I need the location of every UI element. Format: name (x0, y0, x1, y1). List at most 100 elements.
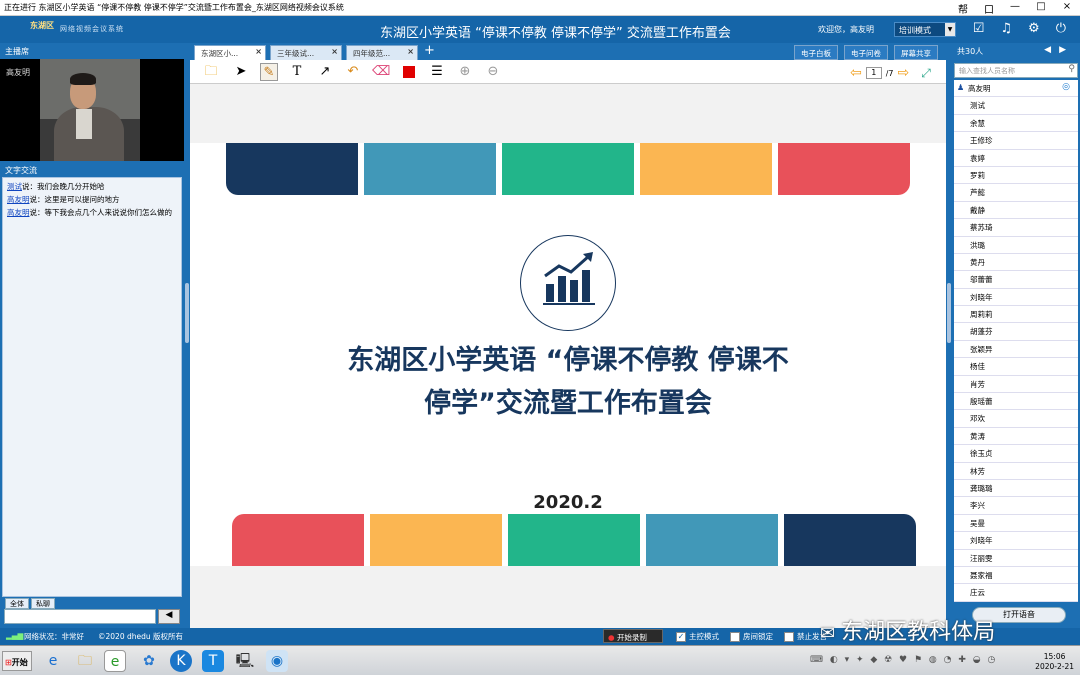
close-button[interactable]: × (1060, 1, 1074, 16)
screen-share-tab[interactable]: 屏幕共享 (894, 45, 938, 60)
participant-row[interactable]: 余慧 (954, 115, 1078, 133)
participant-row[interactable]: 张颖异 (954, 341, 1078, 359)
participant-row[interactable]: 吴曼 (954, 515, 1078, 533)
window-titlebar: 正在进行 东湖区小学英语 “停课不停教 停课不停学”交流暨工作布置会_东湖区网络… (0, 0, 1080, 16)
arrow-icon[interactable]: ↗ (316, 63, 334, 81)
participant-row[interactable]: 龚璐璐 (954, 480, 1078, 498)
text-icon[interactable]: T (288, 63, 306, 81)
participant-row[interactable]: 刘晓年 (954, 532, 1078, 550)
check-icon[interactable]: ☑ (973, 21, 985, 36)
questionnaire-tab[interactable]: 电子问卷 (844, 45, 888, 60)
participant-name: 刘晓年 (970, 292, 993, 302)
explorer-icon[interactable]: 🗀 (74, 650, 96, 672)
participant-row[interactable]: 蔡苏琦 (954, 219, 1078, 237)
window-controls: 帮 口 — □ × (956, 1, 1074, 16)
participant-row[interactable]: 邬蕾蕾 (954, 271, 1078, 289)
music-icon[interactable]: ♫ (1000, 21, 1012, 36)
clock[interactable]: 15:06 2020-2-21 (1035, 652, 1074, 672)
meeting-app-icon[interactable]: ◉ (266, 650, 288, 672)
main-control-toggle[interactable]: ✓ 主控模式 (676, 631, 719, 642)
maximize-button[interactable]: □ (1034, 1, 1048, 16)
chat-input[interactable] (4, 609, 156, 624)
chat-user-link[interactable]: 高友明 (7, 208, 30, 217)
participant-row[interactable]: 刘晓年 (954, 289, 1078, 307)
record-button[interactable]: ● 开始录制 (603, 629, 663, 643)
participant-row[interactable]: 黄丹 (954, 254, 1078, 272)
participant-row[interactable]: 罗莉 (954, 167, 1078, 185)
participant-row[interactable]: 殷瑶蕾 (954, 393, 1078, 411)
participant-row[interactable]: ♟ 高友明 ◎ (954, 80, 1078, 98)
close-icon[interactable]: × (331, 47, 338, 56)
participant-row[interactable]: 戴静 (954, 202, 1078, 220)
participant-row[interactable]: 胡蓬芬 (954, 323, 1078, 341)
zoom-out-icon[interactable]: ⊖ (484, 63, 502, 81)
folder-icon[interactable]: 🗀 (202, 63, 220, 81)
chat-user-link[interactable]: 测试 (7, 182, 22, 191)
gear-icon[interactable]: ⚙ (1028, 21, 1040, 36)
restore-small-button[interactable]: 口 (982, 1, 996, 16)
participant-row[interactable]: 杨佳 (954, 358, 1078, 376)
participant-row[interactable]: 徐玉贞 (954, 445, 1078, 463)
participant-row[interactable]: 邓欢 (954, 410, 1078, 428)
tray-icons[interactable]: ⌨ ◐ ▾ ✦ ◆ ☢ ♥ ⚑ ◍ ◔ ✚ ◒ ◷ (810, 655, 997, 665)
participant-row[interactable]: 测试 (954, 97, 1078, 115)
participant-row[interactable]: 聂家福 (954, 567, 1078, 585)
add-tab-button[interactable]: + (424, 43, 435, 58)
participant-row[interactable]: 黄涛 (954, 428, 1078, 446)
app-t-icon[interactable]: T (202, 650, 224, 672)
tab-all[interactable]: 全体 (5, 598, 29, 609)
prev-page-icon[interactable]: ⇦ (850, 65, 862, 81)
ie-icon[interactable]: e (42, 650, 64, 672)
participant-row[interactable]: 庄云 (954, 584, 1078, 602)
fullscreen-icon[interactable]: ⤢ (921, 66, 931, 81)
next-page-icon[interactable]: ⇨ (898, 65, 910, 81)
chat-text: 说：等下我会点几个人来说说你们怎么做的 (29, 208, 173, 217)
search-icon[interactable]: ⚲ (1068, 64, 1075, 74)
participant-row[interactable]: 林芳 (954, 463, 1078, 480)
camera-icon[interactable]: ◎ (1062, 82, 1070, 92)
app-pc-icon[interactable]: 🖳 (234, 650, 256, 672)
participant-row[interactable]: 李兴 (954, 497, 1078, 515)
tab-private[interactable]: 私聊 (31, 598, 55, 609)
close-icon[interactable]: × (407, 47, 414, 56)
participant-search-input[interactable]: 输入查找人员名称 ⚲ (954, 63, 1078, 78)
power-icon[interactable]: ⏻ (1056, 21, 1066, 36)
app-cloud-icon[interactable]: ✿ (138, 650, 160, 672)
eraser-icon[interactable]: ⌫ (372, 63, 390, 81)
doc-tab[interactable]: 东湖区小... × (194, 45, 266, 60)
participant-name: 肖芳 (970, 379, 985, 389)
page-input[interactable]: 1 (865, 67, 882, 79)
participant-row[interactable]: 洪璐 (954, 237, 1078, 254)
room-lock-toggle[interactable]: 房间锁定 (730, 631, 773, 642)
whiteboard-tab[interactable]: 电子白板 (794, 45, 838, 60)
zoom-in-icon[interactable]: ⊕ (456, 63, 474, 81)
participant-name: 洪璐 (970, 240, 985, 250)
participant-row[interactable]: 汪丽雯 (954, 550, 1078, 567)
undo-icon[interactable]: ↶ (344, 63, 362, 81)
linewidth-icon[interactable]: ☰ (428, 63, 446, 81)
pencil-icon[interactable]: ✎ (260, 63, 278, 81)
chat-user-link[interactable]: 高友明 (7, 195, 30, 204)
send-button[interactable]: ◀ (158, 609, 180, 624)
pointer-icon[interactable]: ➤ (232, 63, 250, 81)
mode-select[interactable]: 培训模式 ▼ (894, 22, 956, 37)
close-icon[interactable]: × (255, 47, 262, 56)
host-video-frame (40, 59, 140, 161)
browser-icon[interactable]: e (104, 650, 126, 672)
windows-icon: ⊞ (5, 658, 12, 667)
participant-row[interactable]: 周莉莉 (954, 306, 1078, 324)
participant-row[interactable]: 袁婷 (954, 150, 1078, 167)
participant-row[interactable]: 王修珍 (954, 132, 1078, 150)
doc-tab[interactable]: 三年级试... × (270, 45, 342, 60)
participant-row[interactable]: 芦懿 (954, 184, 1078, 202)
panel-arrows[interactable]: ◀▶ (1044, 45, 1074, 55)
help-button[interactable]: 帮 (956, 1, 970, 16)
app-k-icon[interactable]: K (170, 650, 192, 672)
doc-tab[interactable]: 四年级范... × (346, 45, 418, 60)
minimize-button[interactable]: — (1008, 1, 1022, 16)
color-icon[interactable] (400, 63, 418, 81)
page-navigator: ⇦ 1 /7 ⇨ ⤢ (850, 65, 931, 81)
slide-color-bar-bottom (232, 514, 364, 566)
start-button[interactable]: ⊞开始 (2, 651, 32, 671)
participant-row[interactable]: 肖芳 (954, 376, 1078, 394)
